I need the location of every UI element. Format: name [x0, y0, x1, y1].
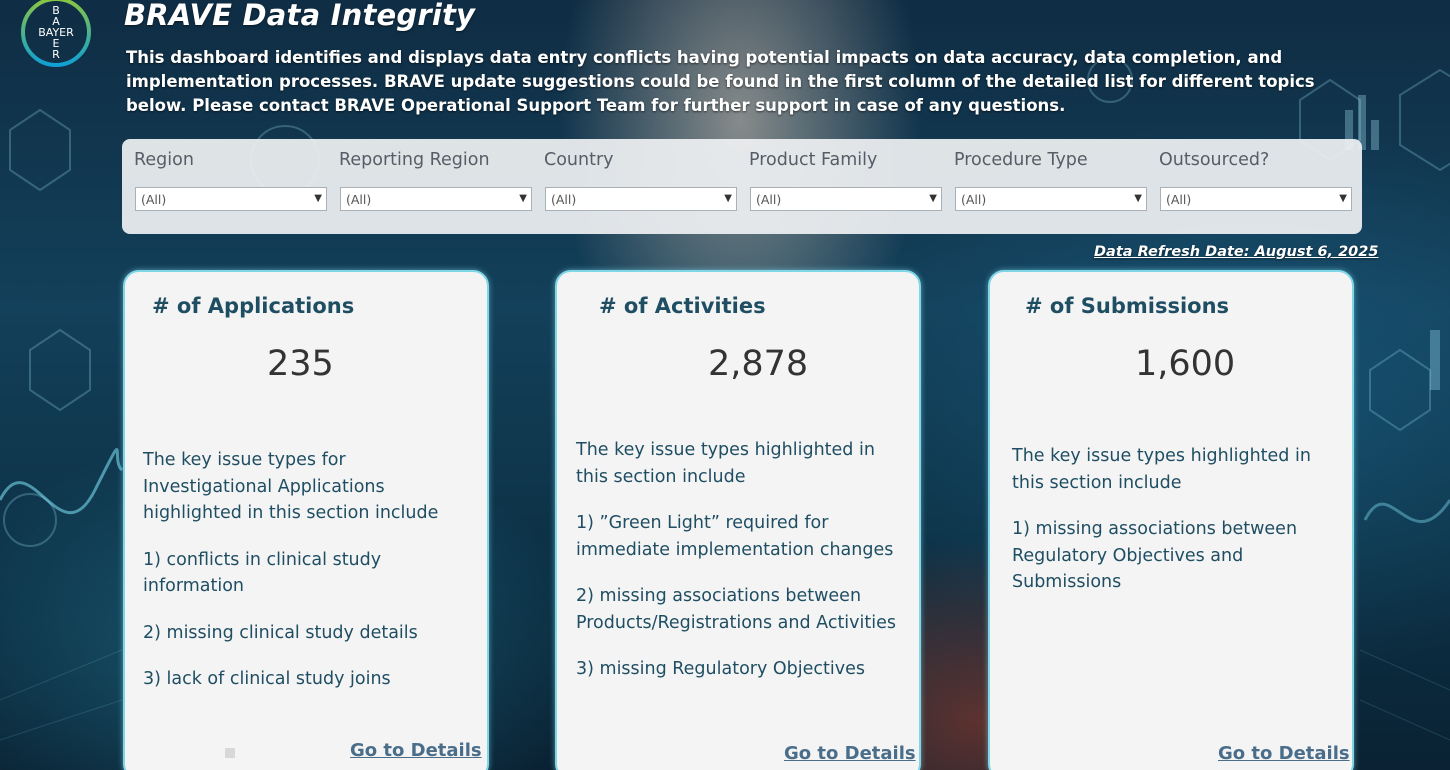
- dropdown-caret-icon: ▼: [929, 193, 937, 204]
- go-to-details-link[interactable]: Go to Details: [1218, 743, 1350, 764]
- applications-card: # of Applications 235 The key issue type…: [123, 270, 489, 770]
- card-paragraph: 1) conflicts in clinical study informati…: [143, 549, 382, 597]
- product-family-dropdown[interactable]: (All) ▼: [750, 187, 942, 211]
- placeholder-square: [225, 748, 235, 758]
- card-paragraph: 3) lack of clinical study joins: [143, 669, 391, 689]
- card-paragraph: The key issue types for Investigational …: [143, 450, 439, 523]
- dropdown-value: (All): [961, 192, 987, 207]
- card-paragraph: 1) missing associations between Regulato…: [1012, 519, 1298, 592]
- card-paragraph: The key issue types highlighted in this …: [576, 440, 875, 487]
- card-title: # of Activities: [599, 294, 766, 318]
- filter-reporting-region: Reporting Region (All) ▼: [327, 139, 532, 234]
- country-dropdown[interactable]: (All) ▼: [545, 187, 737, 211]
- dropdown-value: (All): [756, 192, 782, 207]
- filter-label: Country: [544, 150, 614, 170]
- filter-label: Reporting Region: [339, 150, 490, 170]
- activities-card: # of Activities 2,878 The key issue type…: [555, 270, 921, 770]
- go-to-details-link[interactable]: Go to Details: [350, 740, 482, 761]
- dropdown-caret-icon: ▼: [1339, 193, 1347, 204]
- outsourced-dropdown[interactable]: (All) ▼: [1160, 187, 1352, 211]
- reporting-region-dropdown[interactable]: (All) ▼: [340, 187, 532, 211]
- dropdown-caret-icon: ▼: [519, 193, 527, 204]
- region-dropdown[interactable]: (All) ▼: [135, 187, 327, 211]
- dropdown-value: (All): [346, 192, 372, 207]
- card-description: The key issue types highlighted in this …: [576, 437, 911, 703]
- card-title: # of Submissions: [1025, 294, 1230, 318]
- card-paragraph: 1) ”Green Light” required for immediate …: [576, 513, 894, 560]
- filter-region: Region (All) ▼: [122, 139, 327, 234]
- dropdown-caret-icon: ▼: [724, 193, 732, 204]
- go-to-details-link[interactable]: Go to Details: [784, 743, 916, 764]
- procedure-type-dropdown[interactable]: (All) ▼: [955, 187, 1147, 211]
- card-value: 2,878: [708, 344, 809, 384]
- filter-product-family: Product Family (All) ▼: [737, 139, 942, 234]
- page-description: This dashboard identifies and displays d…: [126, 48, 1315, 115]
- bayer-logo: B A BAYER E R: [20, 0, 92, 68]
- dropdown-caret-icon: ▼: [1134, 193, 1142, 204]
- card-paragraph: The key issue types highlighted in this …: [1012, 446, 1311, 493]
- filter-label: Outsourced?: [1159, 150, 1270, 170]
- svg-text:R: R: [52, 48, 60, 61]
- page-title: BRAVE Data Integrity: [124, 0, 476, 32]
- card-description: The key issue types highlighted in this …: [1012, 443, 1332, 616]
- card-paragraph: 2) missing associations between Products…: [576, 586, 896, 633]
- dropdown-value: (All): [551, 192, 577, 207]
- filter-label: Region: [134, 150, 194, 170]
- filter-label: Product Family: [749, 150, 878, 170]
- dropdown-caret-icon: ▼: [314, 193, 322, 204]
- dropdown-value: (All): [141, 192, 167, 207]
- card-value: 235: [267, 344, 334, 384]
- filter-label: Procedure Type: [954, 150, 1088, 170]
- data-refresh-date: Data Refresh Date: August 6, 2025: [1094, 244, 1379, 260]
- card-paragraph: 3) missing Regulatory Objectives: [576, 659, 865, 679]
- filter-procedure-type: Procedure Type (All) ▼: [942, 139, 1147, 234]
- card-description: The key issue types for Investigational …: [143, 447, 463, 713]
- filter-outsourced: Outsourced? (All) ▼: [1147, 139, 1352, 234]
- filter-country: Country (All) ▼: [532, 139, 737, 234]
- card-value: 1,600: [1135, 344, 1236, 384]
- card-title: # of Applications: [152, 294, 355, 318]
- dropdown-value: (All): [1166, 192, 1192, 207]
- filter-bar: Region (All) ▼ Reporting Region (All) ▼ …: [122, 139, 1362, 234]
- card-paragraph: 2) missing clinical study details: [143, 622, 418, 643]
- submissions-card: # of Submissions 1,600 The key issue typ…: [988, 270, 1354, 770]
